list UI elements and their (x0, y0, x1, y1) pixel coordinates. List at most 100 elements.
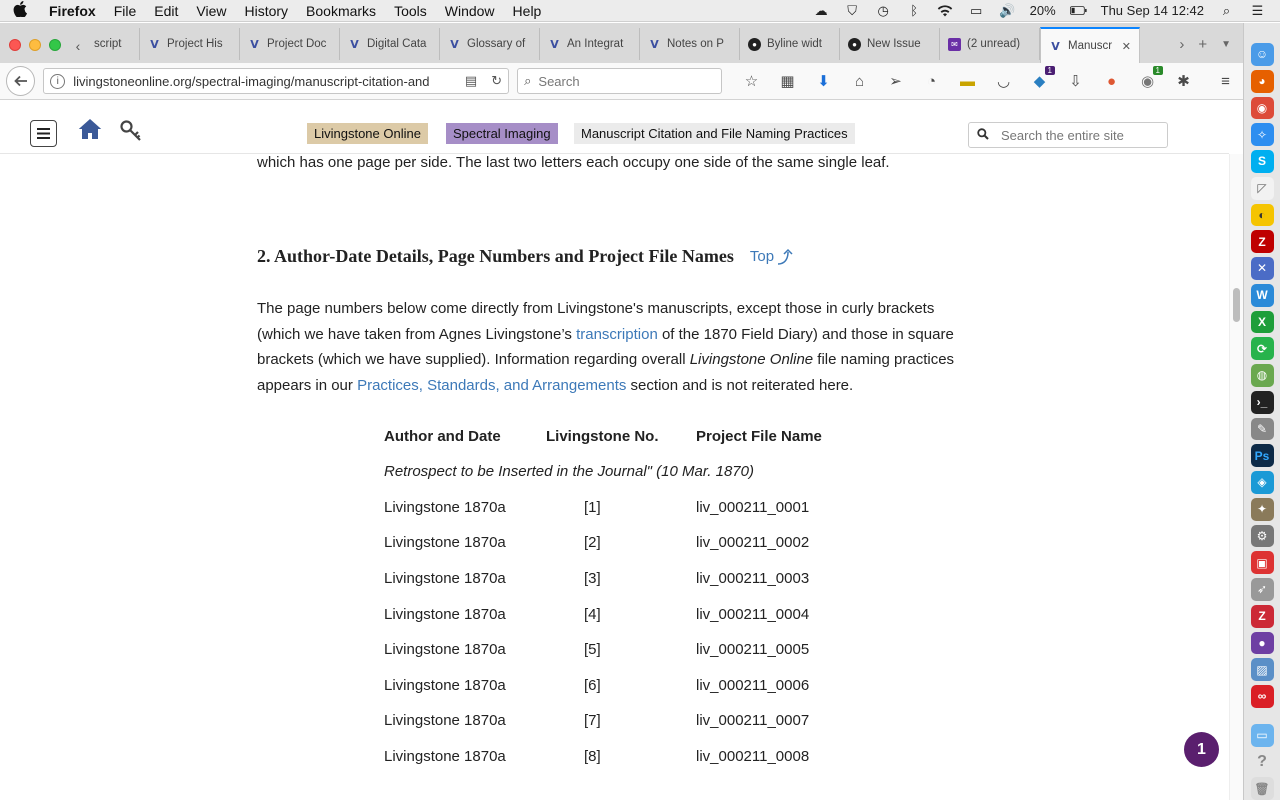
time-machine-icon[interactable]: ◷ (875, 3, 892, 18)
shield-icon[interactable]: ⛉ (844, 3, 861, 18)
zoom-window-button[interactable] (49, 39, 61, 51)
menu-app-firefox[interactable]: Firefox (40, 3, 105, 19)
menu-bookmarks[interactable]: Bookmarks (297, 3, 385, 19)
creative-cloud-dock-icon[interactable]: ∞ (1250, 685, 1274, 708)
list-all-tabs-icon[interactable]: ▼ (1221, 39, 1231, 50)
photo-booth-dock-icon[interactable]: ▣ (1250, 551, 1274, 574)
script-editor-dock-icon[interactable]: ✎ (1250, 417, 1274, 441)
browser-search-box[interactable]: ⌕ Search (517, 68, 722, 94)
safari-dock-icon[interactable]: ✧ (1250, 123, 1274, 146)
tab-unread-mail[interactable]: ✉ (2 unread) (940, 28, 1040, 60)
download-arrow-icon[interactable]: ⬇ (812, 70, 835, 93)
bluetooth-icon[interactable]: ᛒ (906, 3, 923, 18)
menu-history[interactable]: History (235, 3, 297, 19)
tab-project-documents[interactable]: ⴸ Project Doc (240, 28, 340, 60)
wifi-icon[interactable] (937, 4, 954, 18)
photoshop-dock-icon[interactable]: Ps (1250, 444, 1274, 467)
tabs-scroll-right-icon[interactable]: › (1179, 36, 1184, 53)
url-bar[interactable]: i livingstoneonline.org/spectral-imaging… (43, 68, 510, 94)
minimize-window-button[interactable] (29, 39, 41, 51)
tab-glossary[interactable]: ⴸ Glossary of (440, 28, 540, 60)
menu-help[interactable]: Help (504, 3, 551, 19)
tab-digital-catalogue[interactable]: ⴸ Digital Cata (340, 28, 440, 60)
chrome-dock-icon[interactable]: ◉ (1250, 96, 1274, 120)
tab-project-history[interactable]: ⴸ Project His (140, 28, 240, 60)
tab-manuscript-partial[interactable]: script (86, 28, 140, 60)
tabs-scroll-left-icon[interactable]: ‹ (70, 29, 86, 63)
tab-an-integrated[interactable]: ⴸ An Integrat (540, 28, 640, 60)
launchpad-dock-icon[interactable]: ➶ (1250, 578, 1274, 601)
notification-bubble[interactable]: 1 (1184, 732, 1219, 767)
x-app-dock-icon[interactable]: ✕ (1250, 257, 1274, 280)
gimp-dock-icon[interactable]: ✦ (1250, 497, 1274, 521)
bookmarks-library-icon[interactable]: ▦ (776, 70, 799, 93)
history-clock-icon[interactable]: ◔ (920, 70, 943, 93)
tab-manuscript-citation-active[interactable]: ⴸ Manuscr ✕ (1040, 27, 1140, 63)
spotlight-search-icon[interactable]: ⌕ (1218, 3, 1235, 18)
web-dock-icon[interactable]: ◍ (1250, 364, 1274, 387)
menu-view[interactable]: View (187, 3, 235, 19)
tab-notes-on[interactable]: ⴸ Notes on P (640, 28, 740, 60)
puzzle-extension-icon[interactable]: ✱ (1172, 70, 1195, 93)
site-menu-button[interactable] (30, 120, 57, 147)
counter-extension-icon[interactable]: ◉ 1 (1136, 65, 1163, 93)
menu-tools[interactable]: Tools (385, 3, 436, 19)
close-tab-icon[interactable]: ✕ (1122, 40, 1131, 53)
tab-new-issue[interactable]: ● New Issue (840, 28, 940, 60)
key-icon[interactable] (120, 120, 144, 144)
duckduckgo-icon[interactable]: ● (1100, 70, 1123, 93)
menu-window[interactable]: Window (436, 3, 504, 19)
downloads-icon[interactable]: ⇩ (1064, 70, 1087, 93)
help-dock-icon[interactable]: ? (1251, 751, 1274, 774)
notification-center-icon[interactable]: ☰ (1249, 3, 1266, 18)
zotero-dock-icon[interactable]: Z (1250, 604, 1274, 628)
pocket-icon[interactable]: ◡ (992, 70, 1015, 93)
battery-icon[interactable] (1069, 4, 1087, 18)
firefox-dock-icon[interactable]: ◕ (1250, 69, 1274, 93)
breadcrumb-livingstone-online[interactable]: Livingstone Online (307, 123, 428, 144)
airplay-icon[interactable]: ▭ (968, 3, 985, 18)
bookmark-star-icon[interactable]: ☆ (740, 70, 763, 93)
creative-cloud-icon[interactable]: ☁ (813, 3, 830, 18)
tab-byline-width[interactable]: ● Byline widt (740, 28, 840, 60)
reader-view-icon[interactable]: ▤ (465, 73, 477, 89)
extension-badge-icon[interactable]: ◆ 1 (1028, 65, 1055, 93)
finder-dock-icon[interactable]: ☺ (1250, 43, 1274, 66)
menu-file[interactable]: File (105, 3, 146, 19)
site-search-input[interactable]: Search the entire site (968, 122, 1168, 148)
open-menu-icon[interactable]: ≡ (1214, 70, 1237, 93)
page-scrollbar-track[interactable] (1229, 154, 1243, 800)
site-info-icon[interactable]: i (50, 73, 66, 89)
preview-dock-icon[interactable]: ◸ (1250, 176, 1274, 200)
terminal-dock-icon[interactable]: ›_ (1250, 390, 1274, 414)
new-tab-icon[interactable]: + (1198, 36, 1207, 53)
sync-dock-icon[interactable]: ⟳ (1250, 337, 1274, 360)
trash-dock-icon[interactable]: 🗑 (1250, 777, 1274, 800)
system-prefs-dock-icon[interactable]: ⚙ (1250, 524, 1274, 548)
filezilla-dock-icon[interactable]: Z (1250, 230, 1274, 253)
volume-icon[interactable]: 🔊 (999, 3, 1016, 18)
menu-edit[interactable]: Edit (145, 3, 187, 19)
apple-menu-icon[interactable] (0, 0, 40, 21)
reload-icon[interactable]: ↻ (491, 73, 502, 89)
back-to-top-link[interactable]: Top (750, 248, 794, 266)
excel-dock-icon[interactable]: X (1250, 310, 1274, 334)
practices-standards-link[interactable]: Practices, Standards, and Arrangements (357, 377, 626, 394)
page-scrollbar-thumb[interactable] (1233, 288, 1240, 322)
screenshot-icon[interactable]: ▬ (956, 70, 979, 93)
back-button[interactable] (6, 66, 36, 96)
image-viewer-dock-icon[interactable]: ▨ (1250, 658, 1274, 681)
github-dock-icon[interactable]: ● (1250, 631, 1274, 655)
breadcrumb-spectral-imaging[interactable]: Spectral Imaging (446, 123, 558, 144)
cyberduck-dock-icon[interactable]: ◐ (1250, 203, 1274, 227)
word-dock-icon[interactable]: W (1250, 283, 1274, 307)
site-home-icon[interactable] (78, 118, 104, 144)
url-text[interactable]: livingstoneonline.org/spectral-imaging/m… (73, 74, 457, 89)
send-icon[interactable]: ➢ (884, 70, 907, 93)
folder-dock-icon[interactable]: ▭ (1250, 723, 1274, 747)
transcription-link[interactable]: transcription (576, 326, 658, 343)
close-window-button[interactable] (9, 39, 21, 51)
skype-dock-icon[interactable]: S (1250, 150, 1274, 173)
sketch-dock-icon[interactable]: ◈ (1250, 471, 1274, 494)
home-icon[interactable]: ⌂ (848, 70, 871, 93)
